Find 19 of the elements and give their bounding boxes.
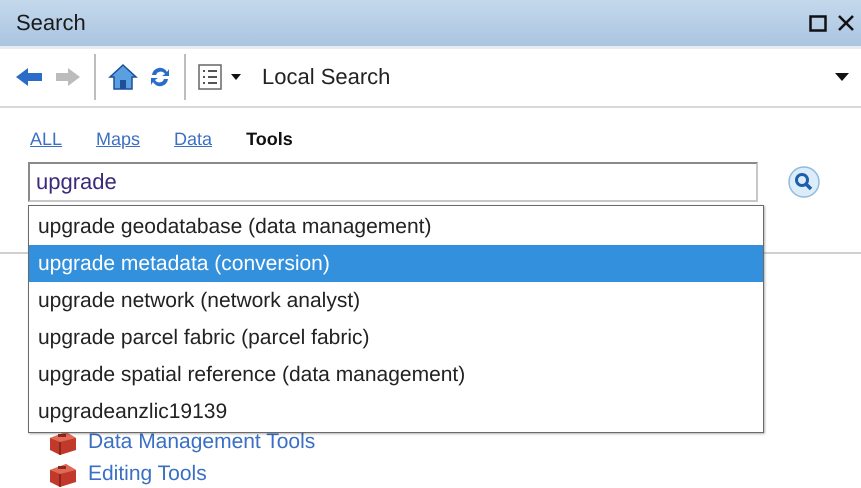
home-button[interactable]	[108, 63, 138, 92]
category-tab[interactable]: ALL	[30, 128, 62, 150]
back-button[interactable]	[14, 66, 44, 88]
suggestion-item[interactable]: upgrade parcel fabric (parcel fabric)	[29, 319, 763, 356]
category-tab[interactable]: Data	[174, 128, 212, 150]
search-button[interactable]	[788, 166, 820, 198]
toolbox-link[interactable]: Editing Tools	[46, 460, 207, 488]
category-tab[interactable]: Tools	[246, 128, 293, 150]
suggestion-item[interactable]: upgradeanzlic19139	[29, 393, 763, 430]
maximize-icon[interactable]	[809, 14, 827, 32]
suggestion-item[interactable]: upgrade geodatabase (data management)	[29, 208, 763, 245]
close-icon[interactable]	[837, 14, 855, 32]
caret-icon	[835, 73, 849, 82]
category-tab[interactable]: Maps	[96, 128, 140, 150]
window-title: Search	[16, 10, 86, 36]
suggestion-item[interactable]: upgrade spatial reference (data management)	[29, 356, 763, 393]
suggestion-item[interactable]: upgrade network (network analyst)	[29, 282, 763, 319]
toolbox-link[interactable]: Data Management Tools	[46, 428, 316, 456]
search-field[interactable]: upgrade	[28, 162, 758, 202]
